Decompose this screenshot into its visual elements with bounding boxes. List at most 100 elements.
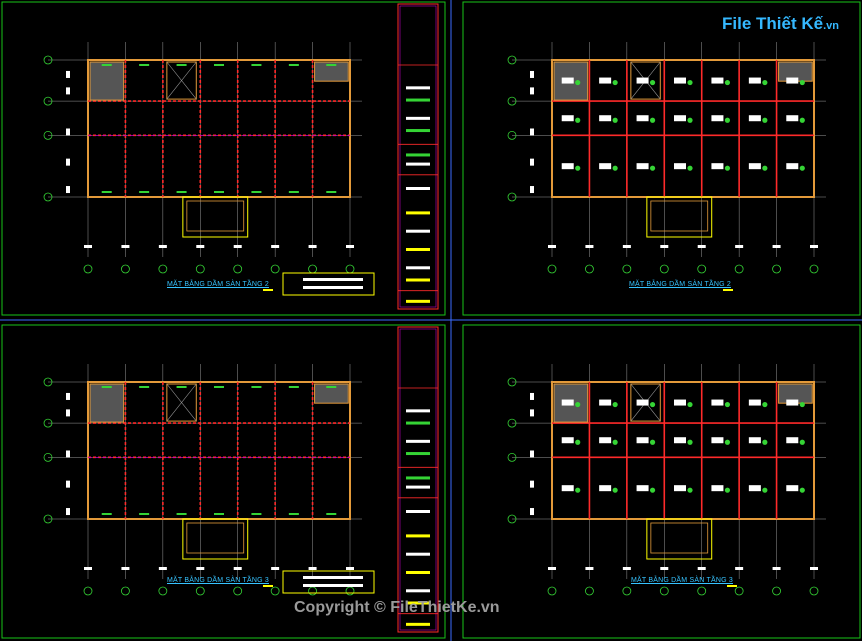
section-marker	[762, 117, 768, 123]
side-tag	[66, 70, 70, 78]
stair-hatch	[89, 61, 125, 101]
section-tag	[748, 399, 761, 406]
beam-label	[139, 191, 150, 193]
section-marker	[575, 487, 581, 493]
title-block-text-bar	[406, 162, 430, 166]
dimension-mark	[697, 567, 706, 570]
caption-sheet-3: MẶT BẰNG DẦM SÀN TẦNG 3	[167, 577, 269, 584]
site-logo[interactable]: File Thiết Kế.vn	[722, 14, 839, 34]
side-tag	[66, 186, 70, 194]
beam-label	[288, 64, 299, 66]
dimension-mark	[548, 567, 556, 570]
dimension-mark	[810, 245, 818, 248]
side-tag	[66, 158, 70, 166]
section-tag	[599, 399, 612, 406]
legend-line	[303, 576, 363, 579]
dimension-mark	[271, 567, 280, 570]
section-marker	[612, 401, 618, 408]
section-marker	[649, 439, 656, 445]
section-tag	[786, 163, 799, 170]
section-marker	[687, 487, 693, 493]
dimension-mark	[660, 245, 669, 248]
dimension-mark	[622, 567, 631, 570]
dimension-mark	[233, 567, 242, 570]
section-tag	[711, 437, 724, 444]
section-marker	[724, 79, 731, 86]
section-tag	[561, 163, 574, 170]
title-block-text-bar	[406, 409, 430, 413]
section-tag	[711, 163, 724, 170]
caption-sheet-2: MẶT BẰNG DẦM SÀN TẦNG 2	[629, 281, 731, 288]
section-marker	[799, 487, 805, 493]
dimension-mark	[772, 567, 781, 570]
section-tag	[599, 437, 612, 444]
section-tag	[711, 485, 724, 492]
legend-line	[303, 286, 363, 289]
side-tag	[66, 409, 70, 417]
caption-scale-tag	[263, 289, 273, 291]
beam-label	[214, 513, 224, 515]
section-marker	[612, 79, 618, 86]
dimension-mark	[697, 245, 706, 248]
beam-label	[326, 191, 337, 193]
title-block-text-bar	[406, 510, 430, 513]
side-tag	[530, 70, 534, 78]
section-marker	[799, 439, 805, 445]
title-block-text-bar	[406, 129, 430, 133]
logo-text: File Thiết Kế	[722, 14, 824, 33]
section-tag	[561, 399, 574, 406]
side-tag	[66, 480, 70, 488]
title-block-text-bar	[406, 571, 430, 574]
section-tag	[561, 485, 574, 492]
title-block-text-bar	[406, 622, 430, 626]
section-tag	[748, 437, 761, 444]
section-tag	[748, 115, 761, 122]
beam-label	[251, 386, 262, 388]
title-block-text-bar	[406, 98, 430, 102]
section-tag	[674, 115, 686, 122]
caption-scale-tag	[723, 289, 733, 291]
beam-label	[288, 386, 299, 388]
dimension-mark	[196, 245, 205, 248]
side-tag	[66, 450, 70, 458]
dimension-mark	[158, 567, 167, 570]
section-tag	[786, 485, 799, 492]
beam-label	[251, 513, 262, 515]
beam-label	[288, 513, 299, 515]
beam-label	[139, 386, 150, 388]
title-block-text-bar	[406, 534, 430, 538]
section-tag	[748, 77, 761, 84]
section-tag	[786, 437, 799, 444]
title-block-text-bar	[406, 248, 430, 251]
section-marker	[612, 487, 618, 493]
section-marker	[649, 79, 656, 86]
title-block-text-bar	[406, 229, 430, 233]
section-marker	[762, 165, 768, 171]
logo-suffix: .vn	[823, 20, 839, 32]
dimension-mark	[308, 567, 317, 570]
section-marker	[649, 401, 656, 408]
dimension-mark	[735, 245, 744, 248]
section-tag	[636, 485, 649, 492]
section-tag	[561, 437, 574, 444]
section-tag	[748, 485, 761, 492]
beam-label	[101, 386, 112, 388]
section-marker	[762, 79, 768, 86]
title-block-text-bar	[406, 421, 430, 425]
title-block-text-bar	[406, 266, 430, 270]
section-tag	[786, 399, 799, 406]
dimension-mark	[84, 567, 92, 570]
section-tag	[636, 77, 649, 84]
side-tag	[530, 508, 534, 516]
section-tag	[599, 485, 612, 492]
title-block-text-bar	[406, 299, 430, 303]
caption-sheet-1: MẶT BẰNG DẦM SÀN TẦNG 2	[167, 281, 269, 288]
section-marker	[724, 401, 731, 408]
section-marker	[575, 165, 581, 171]
beam-label	[326, 64, 337, 66]
side-tag	[530, 480, 534, 488]
legend-line	[303, 584, 363, 587]
section-tag	[674, 399, 686, 406]
beam-label	[214, 386, 224, 388]
beam-label	[214, 64, 224, 66]
